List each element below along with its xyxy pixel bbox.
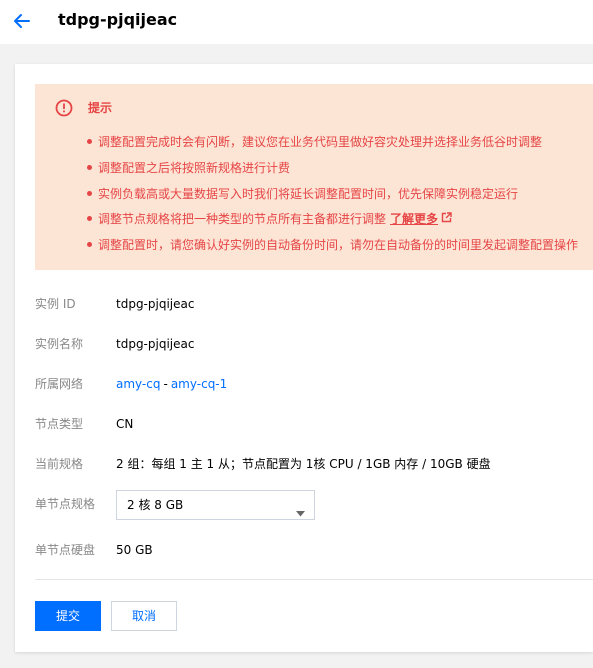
network-value: amy-cq - amy-cq-1: [116, 374, 227, 394]
instance-name-value: tdpg-pjqijeac: [116, 337, 195, 351]
notice-box: 提示 调整配置完成时会有闪断，建议您在业务代码里做好容灾处理并选择业务低谷时调整…: [35, 84, 593, 270]
subnet-link[interactable]: amy-cq-1: [171, 377, 227, 391]
caret-down-icon: [296, 502, 305, 521]
instance-name-label: 实例名称: [35, 337, 84, 351]
current-spec-value: 2 组：每组 1 主 1 从；节点配置为 1核 CPU / 1GB 内存 / 1…: [116, 457, 491, 471]
config-panel: 提示 调整配置完成时会有闪断，建议您在业务代码里做好容灾处理并选择业务低谷时调整…: [15, 64, 593, 652]
page-title: tdpg-pjqijeac: [58, 10, 178, 29]
bullet-icon: [87, 139, 92, 144]
node-spec-selected-value: 2 核 8 GB: [127, 498, 184, 512]
external-link-icon[interactable]: [441, 209, 452, 229]
node-disk-value: 50 GB: [116, 543, 153, 557]
bullet-icon: [87, 191, 92, 196]
notice-title: 提示: [88, 101, 113, 115]
node-spec-select[interactable]: 2 核 8 GB: [116, 490, 315, 520]
back-arrow-icon[interactable]: [10, 9, 34, 33]
divider: [35, 579, 593, 580]
notice-item: 实例负载高或大量数据写入时我们将延长调整配置时间，优先保障实例稳定运行: [87, 184, 587, 204]
current-spec-label: 当前规格: [35, 457, 84, 471]
bullet-icon: [87, 165, 92, 170]
bullet-icon: [87, 242, 92, 247]
learn-more-link[interactable]: 了解更多: [390, 212, 438, 226]
notice-item: 调整配置完成时会有闪断，建议您在业务代码里做好容灾处理并选择业务低谷时调整: [87, 132, 587, 152]
cancel-button[interactable]: 取消: [111, 601, 177, 631]
warning-icon: [55, 99, 73, 117]
notice-item: 调整配置时，请您确认好实例的自动备份时间，请勿在自动备份的时间里发起调整配置操作: [87, 235, 587, 255]
node-type-value: CN: [116, 417, 134, 431]
submit-button[interactable]: 提交: [35, 601, 101, 631]
network-label: 所属网络: [35, 377, 84, 391]
node-spec-label: 单节点规格: [35, 497, 96, 511]
notice-item: 调整配置之后将按照新规格进行计费: [87, 158, 587, 178]
top-bar: tdpg-pjqijeac: [0, 0, 593, 44]
node-type-label: 节点类型: [35, 417, 84, 431]
node-disk-label: 单节点硬盘: [35, 543, 96, 557]
instance-id-label: 实例 ID: [35, 297, 76, 311]
network-separator: -: [163, 377, 168, 391]
vpc-link[interactable]: amy-cq: [116, 377, 160, 391]
notice-item: 调整节点规格将把一种类型的节点所有主备都进行调整 了解更多: [87, 209, 587, 229]
bullet-icon: [87, 216, 92, 221]
instance-id-value: tdpg-pjqijeac: [116, 297, 195, 311]
